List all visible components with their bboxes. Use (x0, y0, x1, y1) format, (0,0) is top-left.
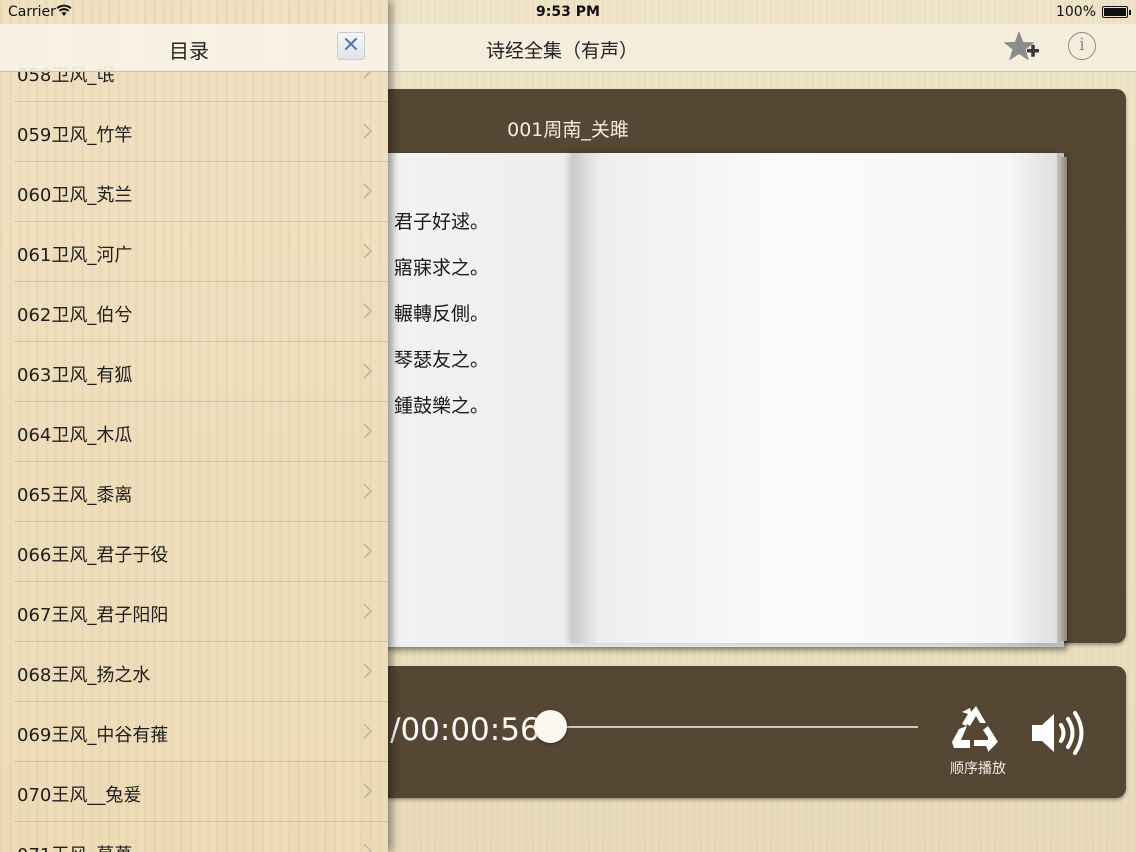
recycle-icon[interactable] (950, 702, 1002, 754)
toc-list[interactable]: 058卫风_氓 059卫风_竹竿 060卫风_芄兰 061卫风_河广 062卫风_伯兮 0… (0, 42, 388, 852)
book-view[interactable]: 君子好逑。 寤寐求之。 輾轉反側。 琴瑟友之。 鍾鼓樂之。 (352, 153, 1067, 647)
chevron-right-icon (363, 243, 373, 259)
toc-list-item[interactable]: 060卫风_芄兰 (14, 162, 388, 222)
book-panel: 001周南_关雎 君子好逑。 寤寐求之。 輾轉反側。 琴瑟友之。 鍾鼓樂之。 (352, 89, 1126, 647)
battery-icon (1102, 6, 1131, 18)
toc-item-label: 062卫风_伯兮 (17, 305, 133, 326)
toc-item-label: 061卫风_河广 (17, 245, 133, 266)
toc-list-item[interactable]: 061卫风_河广 (14, 222, 388, 282)
battery-percentage: 100% (1055, 4, 1096, 20)
right-page (571, 153, 1057, 643)
toc-list-item[interactable]: 065王风_黍离 (14, 462, 388, 522)
speaker-icon[interactable] (1030, 708, 1086, 758)
toc-list-item[interactable]: 059卫风_竹竿 (14, 102, 388, 162)
toc-list-item[interactable]: 062卫风_伯兮 (14, 282, 388, 342)
close-icon[interactable]: ✕ (337, 32, 365, 60)
toc-item-label: 070王风__兔爰 (17, 785, 142, 806)
progress-slider-thumb[interactable] (534, 710, 567, 743)
toc-item-label: 067王风_君子阳阳 (17, 605, 169, 626)
chevron-right-icon (363, 783, 373, 799)
toc-item-label: 064卫风_木瓜 (17, 425, 133, 446)
toc-item-label: 066王风_君子于役 (17, 545, 169, 566)
status-bar: Carrier 9:53 PM 100% (0, 0, 1136, 24)
toc-item-label: 069王风_中谷有蓷 (17, 725, 169, 746)
chevron-right-icon (363, 603, 373, 619)
toc-title: 目录 (169, 39, 209, 63)
clock: 9:53 PM (536, 4, 600, 20)
poem-line: 君子好逑。 (394, 211, 490, 233)
toc-list-item[interactable]: 069王风_中谷有蓷 (14, 702, 388, 762)
duration-label: /00:00:56 (390, 712, 540, 748)
poem-line: 寤寐求之。 (394, 257, 490, 279)
toc-list-item[interactable]: 070王风__兔爰 (14, 762, 388, 822)
chevron-right-icon (363, 363, 373, 379)
poem-line: 鍾鼓樂之。 (394, 395, 490, 417)
toc-item-label: 065王风_黍离 (17, 485, 133, 506)
toc-list-item[interactable]: 068王风_扬之水 (14, 642, 388, 702)
toc-list-item[interactable]: 071王风_葛藟 (14, 822, 388, 852)
chevron-right-icon (363, 303, 373, 319)
info-icon[interactable]: i (1068, 32, 1096, 60)
toc-list-item[interactable]: 066王风_君子于役 (14, 522, 388, 582)
toc-sidebar: 目录 ✕ 058卫风_氓 059卫风_竹竿 060卫风_芄兰 061卫风_河广 062卫… (0, 0, 388, 852)
chevron-right-icon (363, 663, 373, 679)
page-title: 诗经全集（有声） (485, 40, 638, 62)
chevron-right-icon (363, 183, 373, 199)
toc-item-label: 059卫风_竹竿 (17, 125, 133, 146)
toc-item-label: 060卫风_芄兰 (17, 185, 133, 206)
toc-item-label: 071王风_葛藟 (17, 841, 132, 852)
chevron-right-icon (363, 723, 373, 739)
toc-item-label: 063卫风_有狐 (17, 365, 133, 386)
star-plus-icon[interactable] (1002, 28, 1040, 66)
toc-header: 目录 ✕ (0, 24, 388, 72)
toc-list-item[interactable]: 063卫风_有狐 (14, 342, 388, 402)
chevron-right-icon (363, 123, 373, 139)
play-mode-label[interactable]: 顺序播放 (938, 758, 1018, 778)
chevron-right-icon (363, 423, 373, 439)
toc-list-item[interactable]: 064卫风_木瓜 (14, 402, 388, 462)
poem-line: 輾轉反側。 (394, 303, 490, 325)
progress-track[interactable] (550, 726, 918, 728)
chevron-right-icon (363, 843, 373, 852)
chapter-title: 001周南_关雎 (507, 119, 629, 141)
chevron-right-icon (363, 543, 373, 559)
audio-player: /00:00:56 顺序播放 (352, 666, 1126, 798)
page-edge (1057, 157, 1067, 641)
chevron-right-icon (363, 483, 373, 499)
poem-line: 琴瑟友之。 (394, 349, 490, 371)
toc-list-item[interactable]: 067王风_君子阳阳 (14, 582, 388, 642)
toc-item-label: 068王风_扬之水 (17, 665, 151, 686)
